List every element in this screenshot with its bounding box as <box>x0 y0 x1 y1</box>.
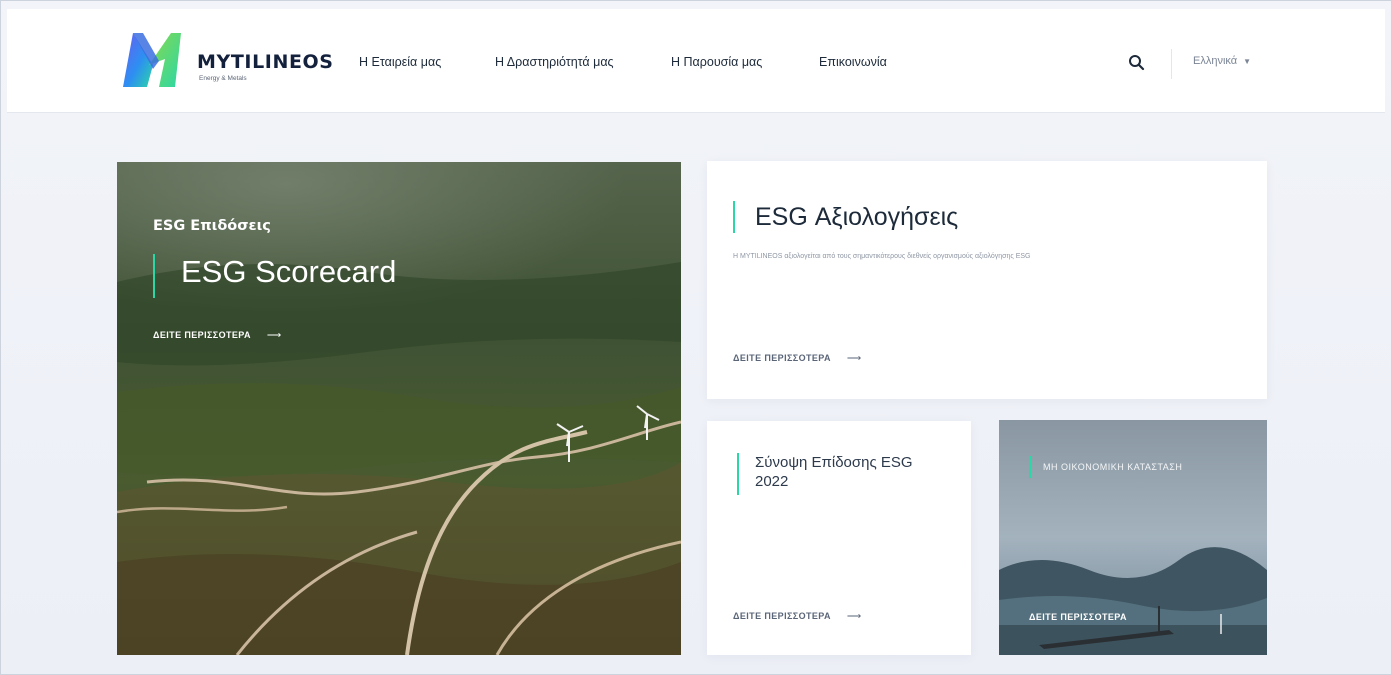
card-description: Η MYTILINEOS αξιολογείται από τους σημαν… <box>733 253 1031 260</box>
language-selector[interactable]: Ελληνικά ▼ <box>1193 55 1251 67</box>
card-title: ESG Αξιολογήσεις <box>755 203 959 231</box>
nav-item-contact[interactable]: Επικοινωνία <box>819 55 887 69</box>
arrow-right-icon: ⟶ <box>266 330 282 341</box>
esg-ratings-card[interactable]: ESG Αξιολογήσεις Η MYTILINEOS αξιολογείτ… <box>707 161 1267 399</box>
arrow-right-icon: ⟶ <box>846 611 862 622</box>
accent-bar <box>737 453 739 495</box>
accent-bar <box>153 254 155 298</box>
see-more-link[interactable]: ΔΕΙΤΕ ΠΕΡΙΣΣΟΤΕΡΑ ⟶ <box>733 353 862 364</box>
nav-item-company[interactable]: Η Εταιρεία μας <box>359 55 441 69</box>
see-more-label: ΔΕΙΤΕ ΠΕΡΙΣΣΟΤΕΡΑ <box>733 611 831 621</box>
page-frame: MYTILINEOS Energy & Metals Η Εταιρεία μα… <box>0 0 1392 675</box>
see-more-link[interactable]: ΔΕΙΤΕ ΠΕΡΙΣΣΟΤΕΡΑ ⟶ <box>153 330 282 341</box>
brand-tagline: Energy & Metals <box>199 75 247 82</box>
non-financial-card[interactable]: ΜΗ ΟΙΚΟΝΟΜΙΚΗ ΚΑΤΑΣΤΑΣΗ ΔΕΙΤΕ ΠΕΡΙΣΣΟΤΕΡ… <box>999 420 1267 655</box>
chevron-down-icon: ▼ <box>1243 57 1252 66</box>
card-title: ESG Scorecard <box>181 254 397 289</box>
card-title: Σύνοψη Επίδοσης ESG 2022 <box>755 454 913 490</box>
see-more-link[interactable]: ΔΕΙΤΕ ΠΕΡΙΣΣΟΤΕΡΑ <box>1029 612 1127 622</box>
card-title: ΜΗ ΟΙΚΟΝΟΜΙΚΗ ΚΑΤΑΣΤΑΣΗ <box>1043 462 1183 472</box>
esg-scorecard-card[interactable]: ESG Επιδόσεις ESG Scorecard ΔΕΙΤΕ ΠΕΡΙΣΣ… <box>117 162 681 655</box>
search-icon[interactable] <box>1127 53 1147 73</box>
see-more-label: ΔΕΙΤΕ ΠΕΡΙΣΣΟΤΕΡΑ <box>1029 612 1127 622</box>
site-header: MYTILINEOS Energy & Metals Η Εταιρεία μα… <box>7 9 1385 113</box>
header-divider <box>1171 49 1172 79</box>
see-more-label: ΔΕΙΤΕ ΠΕΡΙΣΣΟΤΕΡΑ <box>153 330 251 340</box>
arrow-right-icon: ⟶ <box>846 353 862 364</box>
accent-bar <box>733 201 735 233</box>
card-eyebrow: ESG Επιδόσεις <box>153 218 271 234</box>
see-more-link[interactable]: ΔΕΙΤΕ ΠΕΡΙΣΣΟΤΕΡΑ ⟶ <box>733 611 862 622</box>
accent-bar <box>1029 456 1031 478</box>
language-label: Ελληνικά <box>1193 55 1238 67</box>
esg-summary-card[interactable]: Σύνοψη Επίδοσης ESG 2022 ΔΕΙΤΕ ΠΕΡΙΣΣΟΤΕ… <box>707 421 971 655</box>
landscape-photo <box>117 162 681 655</box>
brand-name: MYTILINEOS <box>197 51 334 73</box>
brand-logo[interactable]: MYTILINEOS Energy & Metals <box>119 29 335 89</box>
nav-item-presence[interactable]: Η Παρουσία μας <box>671 55 762 69</box>
nav-item-activities[interactable]: Η Δραστηριότητά μας <box>495 55 614 69</box>
see-more-label: ΔΕΙΤΕ ΠΕΡΙΣΣΟΤΕΡΑ <box>733 353 831 363</box>
logo-mark-icon <box>123 33 181 87</box>
